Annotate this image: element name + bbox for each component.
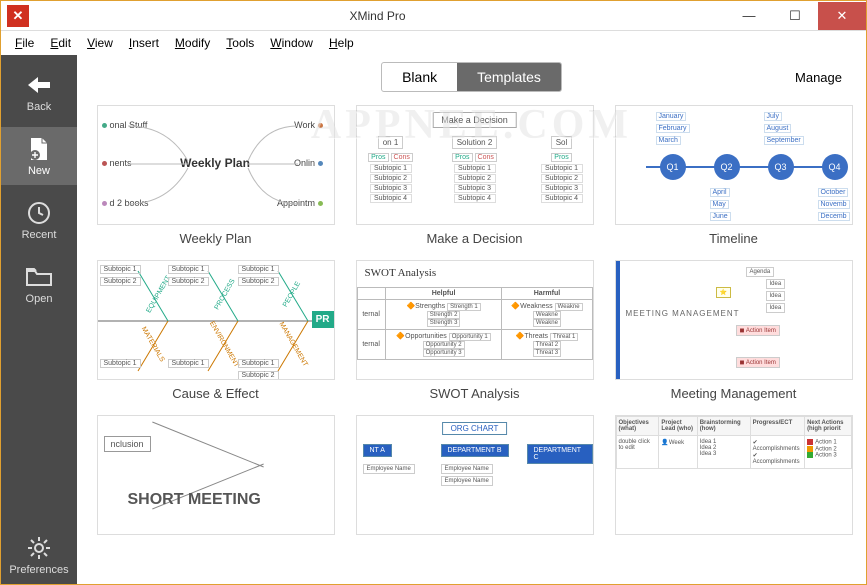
template-tabs: Blank Templates [381, 62, 562, 92]
sidebar-item-open[interactable]: Open [1, 255, 77, 313]
app-icon: ✕ [7, 5, 29, 27]
sidebar-item-preferences[interactable]: Preferences [1, 526, 77, 584]
close-button[interactable]: ✕ [818, 2, 866, 30]
template-make-decision[interactable]: Make a Decision on 1 ProsCons Subtopic 1… [354, 105, 595, 246]
sidebar-label: Open [26, 293, 53, 305]
template-meeting-management[interactable]: MEETING MANAGEMENT Agenda ⭐ Idea Idea Id… [613, 260, 854, 401]
sidebar-label: Recent [22, 229, 57, 241]
template-caption: SWOT Analysis [429, 386, 519, 401]
back-arrow-icon [25, 73, 53, 97]
window-controls: — ☐ ✕ [726, 2, 866, 30]
manage-link[interactable]: Manage [795, 70, 842, 85]
maximize-button[interactable]: ☐ [772, 2, 818, 30]
template-caption: Make a Decision [426, 231, 522, 246]
titlebar: ✕ XMind Pro — ☐ ✕ [1, 1, 866, 31]
sidebar: Back New Recent Open Preferences [1, 55, 77, 584]
template-project-plan[interactable]: Objectives (what)Project Lead (who)Brain… [613, 415, 854, 535]
sidebar-item-recent[interactable]: Recent [1, 191, 77, 249]
new-file-icon [25, 137, 53, 161]
menu-edit[interactable]: Edit [42, 34, 79, 52]
sidebar-label: Back [27, 101, 51, 113]
template-caption: Meeting Management [671, 386, 797, 401]
menubar: File Edit View Insert Modify Tools Windo… [1, 31, 866, 55]
tab-templates[interactable]: Templates [457, 63, 561, 91]
template-thumb: SWOT Analysis HelpfulHarmful ternal 🔶Str… [356, 260, 594, 380]
template-thumb: ORG CHART NT A DEPARTMENT B DEPARTMENT C… [356, 415, 594, 535]
template-caption: Cause & Effect [172, 386, 258, 401]
menu-insert[interactable]: Insert [121, 34, 167, 52]
menu-file[interactable]: File [7, 34, 42, 52]
template-short-meeting[interactable]: nclusion SHORT MEETING [95, 415, 336, 535]
template-thumb: Weekly Plan onal Stuff Work nents Onlin … [97, 105, 335, 225]
sidebar-label: New [28, 165, 50, 177]
sidebar-label: Preferences [9, 564, 68, 576]
template-thumb: nclusion SHORT MEETING [97, 415, 335, 535]
menu-help[interactable]: Help [321, 34, 362, 52]
template-thumb: Q1 Q2 Q3 Q4 January February March July … [615, 105, 853, 225]
template-caption: Weekly Plan [179, 231, 251, 246]
template-gallery[interactable]: Weekly Plan onal Stuff Work nents Onlin … [77, 99, 866, 584]
menu-window[interactable]: Window [262, 34, 321, 52]
window-title: XMind Pro [29, 9, 726, 23]
template-caption: Timeline [709, 231, 758, 246]
folder-icon [25, 265, 53, 289]
gear-icon [25, 536, 53, 560]
menu-view[interactable]: View [79, 34, 121, 52]
topbar: Blank Templates Manage [77, 55, 866, 99]
template-timeline[interactable]: Q1 Q2 Q3 Q4 January February March July … [613, 105, 854, 246]
template-thumb: Make a Decision on 1 ProsCons Subtopic 1… [356, 105, 594, 225]
template-thumb: MEETING MANAGEMENT Agenda ⭐ Idea Idea Id… [615, 260, 853, 380]
menu-modify[interactable]: Modify [167, 34, 218, 52]
template-weekly-plan[interactable]: Weekly Plan onal Stuff Work nents Onlin … [95, 105, 336, 246]
minimize-button[interactable]: — [726, 2, 772, 30]
sidebar-item-new[interactable]: New [1, 127, 77, 185]
menu-tools[interactable]: Tools [218, 34, 262, 52]
content-area: APPNEE.COM Blank Templates Manage Weekly… [77, 55, 866, 584]
clock-icon [25, 201, 53, 225]
sidebar-item-back[interactable]: Back [1, 63, 77, 121]
template-swot[interactable]: SWOT Analysis HelpfulHarmful ternal 🔶Str… [354, 260, 595, 401]
template-cause-effect[interactable]: PR EQUIPMENT PROCESS PEOPLE MATERIALS EN… [95, 260, 336, 401]
tab-blank[interactable]: Blank [382, 63, 457, 91]
template-org-chart[interactable]: ORG CHART NT A DEPARTMENT B DEPARTMENT C… [354, 415, 595, 535]
template-thumb: PR EQUIPMENT PROCESS PEOPLE MATERIALS EN… [97, 260, 335, 380]
template-thumb: Objectives (what)Project Lead (who)Brain… [615, 415, 853, 535]
